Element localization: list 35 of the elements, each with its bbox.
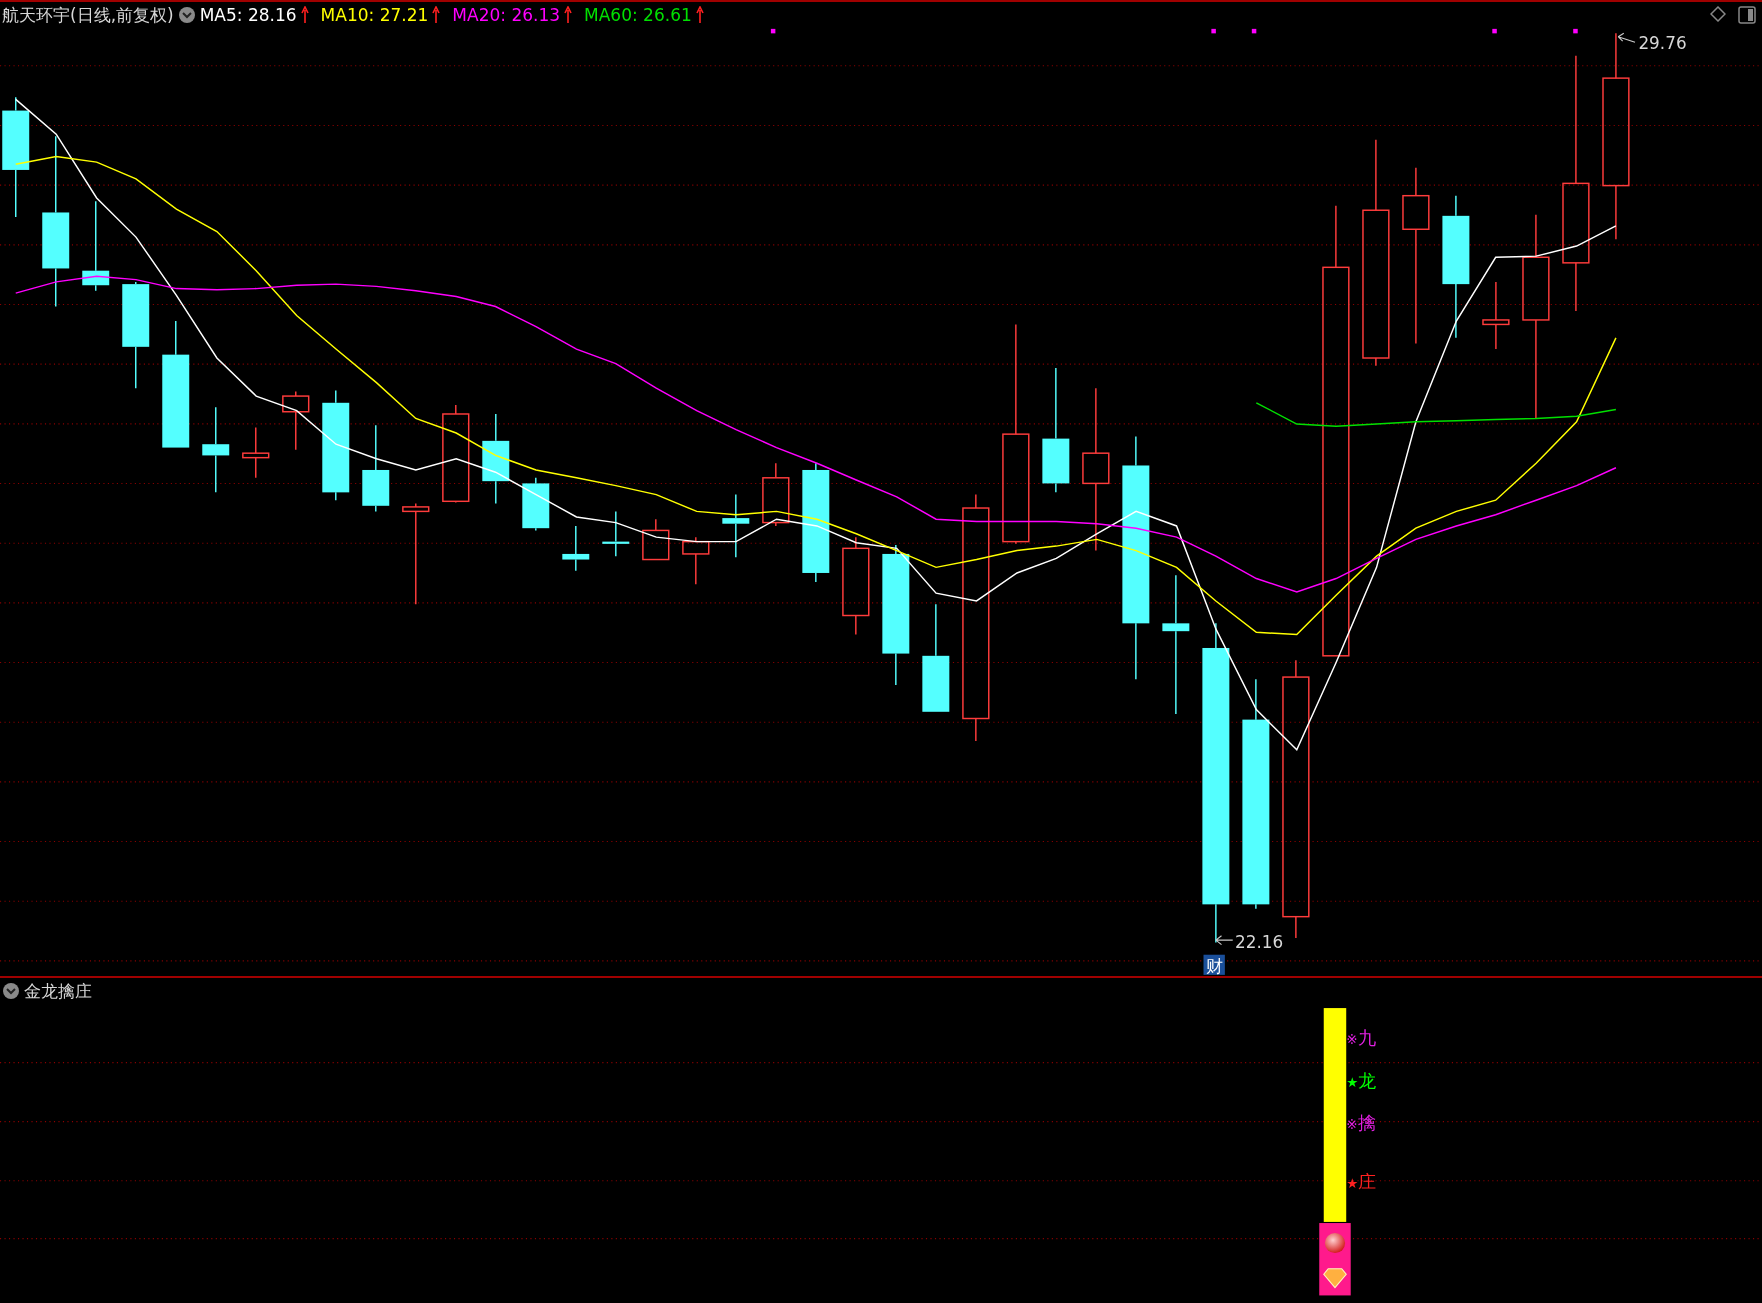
- up-arrow-icon: [300, 6, 309, 24]
- up-arrow-icon: [695, 6, 704, 24]
- candlestick: [682, 536, 710, 585]
- diamond-icon: [1323, 1268, 1347, 1289]
- arrow-icon: [1215, 935, 1234, 946]
- candlestick: [642, 518, 670, 561]
- candlestick: [522, 477, 550, 532]
- dropdown-icon[interactable]: [177, 6, 196, 24]
- moving-average-value: MA20: 26.13: [452, 4, 561, 27]
- candlestick: [722, 493, 750, 558]
- panel-icon[interactable]: [1738, 6, 1756, 24]
- candlestick: [242, 426, 270, 479]
- signal-label: ★龙: [1346, 1070, 1377, 1092]
- low-price-label: 22.16: [1234, 932, 1284, 952]
- moving-average-value: MA5: 28.16: [199, 4, 297, 27]
- moving-average-value: MA60: 26.61: [584, 4, 692, 27]
- dropdown-icon[interactable]: [2, 982, 20, 1000]
- candlestick: [562, 525, 590, 572]
- indicator-title: 金龙擒庄: [24, 980, 92, 1003]
- diamond-icon[interactable]: [1710, 6, 1726, 22]
- event-badge[interactable]: 财: [1203, 954, 1225, 976]
- up-arrow-icon: [432, 6, 441, 24]
- high-price-label: 29.76: [1638, 33, 1687, 53]
- signal-label: ※九: [1346, 1026, 1376, 1048]
- ball-icon: [1324, 1233, 1346, 1254]
- candlestick: [602, 510, 630, 557]
- moving-average-value: MA10: 27.21: [320, 4, 429, 27]
- stock-title: 航天环宇(日线,前复权): [2, 4, 174, 27]
- up-arrow-icon: [564, 6, 573, 24]
- signal-label: ★庄: [1346, 1171, 1377, 1193]
- candlestick: [762, 462, 790, 527]
- candlestick: [1482, 281, 1510, 350]
- candlestick: [282, 390, 310, 451]
- signal-label: ※擒: [1346, 1112, 1376, 1134]
- arrow-icon: [1617, 32, 1636, 43]
